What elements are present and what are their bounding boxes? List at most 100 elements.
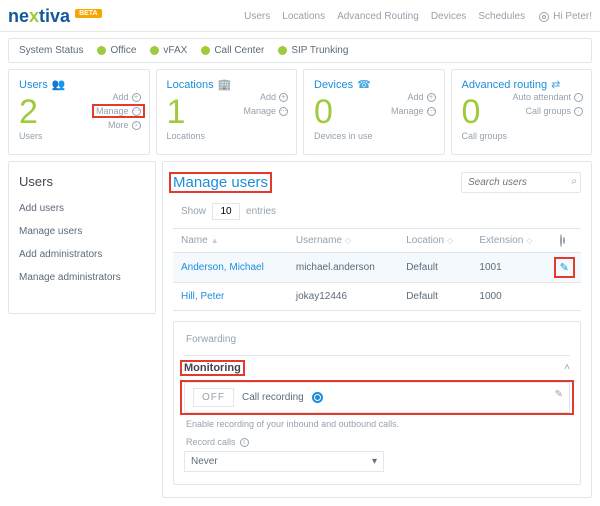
users-table: Name▲ Username◇ Location◇ Extension◇ And… xyxy=(173,228,581,311)
users-icon: 👥 xyxy=(52,78,66,91)
users-count: 2 xyxy=(19,95,38,129)
search-input[interactable] xyxy=(461,172,581,193)
card-devices-title: Devices xyxy=(314,79,353,91)
card-devices: Devices ☎ Add+ Manage⋯ 0 Devices in use xyxy=(303,69,445,155)
routing-count: 0 xyxy=(462,95,481,129)
edit-row-icon[interactable]: ✎ xyxy=(560,262,569,274)
plus-icon: + xyxy=(279,93,288,102)
col-settings xyxy=(552,229,581,253)
locations-count: 1 xyxy=(167,95,186,129)
nav-schedules[interactable]: Schedules xyxy=(478,11,525,22)
status-office[interactable]: Office xyxy=(97,45,136,56)
brand-logo: nextiva BETA xyxy=(8,6,102,27)
routing-icon: ⇄ xyxy=(551,78,560,91)
sort-icon: ◇ xyxy=(526,236,532,245)
sidebar-item-add-users[interactable]: Add users xyxy=(19,203,145,214)
feature-enabled-radio-icon[interactable] xyxy=(312,392,323,403)
system-status-bar: System Status Office vFAX Call Center SI… xyxy=(8,38,592,63)
card-users: Users 👥 Add+ Manage⋯ More› 2 Users xyxy=(8,69,150,155)
users-add-link[interactable]: Add+ xyxy=(112,92,140,102)
sort-asc-icon: ▲ xyxy=(211,236,219,245)
cell-location: Default xyxy=(398,283,471,311)
sidebar-item-manage-administrators[interactable]: Manage administrators xyxy=(19,272,145,283)
devices-add-link[interactable]: Add+ xyxy=(407,92,435,102)
status-dot-icon xyxy=(278,46,287,55)
status-vfax[interactable]: vFAX xyxy=(150,45,187,56)
collapse-icon[interactable]: ˄ xyxy=(564,362,570,373)
routing-auto-attendant-link[interactable]: Auto attendant· xyxy=(512,92,583,102)
manage-icon: ⋯ xyxy=(427,107,436,116)
call-recording-row: OFF Call recording ✎ xyxy=(184,382,570,413)
edit-feature-icon[interactable]: ✎ xyxy=(555,389,563,400)
search-icon[interactable]: ⌕ xyxy=(571,176,577,187)
plus-icon: + xyxy=(132,93,141,102)
devices-count: 0 xyxy=(314,95,333,129)
manage-icon: ⋯ xyxy=(279,107,288,116)
col-extension[interactable]: Extension◇ xyxy=(471,229,551,253)
beta-badge: BETA xyxy=(75,9,102,18)
locations-add-link[interactable]: Add+ xyxy=(260,92,288,102)
search-box: ⌕ xyxy=(461,172,581,193)
locations-icon: 🏢 xyxy=(218,78,232,91)
nav-users[interactable]: Users xyxy=(244,11,270,22)
locations-manage-link[interactable]: Manage⋯ xyxy=(243,106,288,116)
cell-name[interactable]: Anderson, Michael xyxy=(173,253,288,283)
users-more-link[interactable]: More› xyxy=(108,120,141,130)
entries-input[interactable] xyxy=(212,203,240,220)
card-routing-title: Advanced routing xyxy=(462,79,548,91)
table-row[interactable]: Anderson, Michael michael.anderson Defau… xyxy=(173,253,581,283)
card-advanced-routing: Advanced routing⇄ Auto attendant· Call g… xyxy=(451,69,593,155)
col-name[interactable]: Name▲ xyxy=(173,229,288,253)
forwarding-section-header[interactable]: Forwarding xyxy=(184,330,570,349)
devices-sublabel: Devices in use xyxy=(314,131,434,141)
user-greeting[interactable]: Hi Peter! xyxy=(539,11,592,22)
feature-description: Enable recording of your inbound and out… xyxy=(186,419,568,429)
status-dot-icon xyxy=(150,46,159,55)
users-sublabel: Users xyxy=(19,131,139,141)
cell-name[interactable]: Hill, Peter xyxy=(173,283,288,311)
table-row[interactable]: Hill, Peter jokay12446 Default 1000 xyxy=(173,283,581,311)
users-manage-link[interactable]: Manage⋯ xyxy=(96,106,141,116)
routing-sublabel: Call groups xyxy=(462,131,582,141)
card-users-title: Users xyxy=(19,79,48,91)
col-username[interactable]: Username◇ xyxy=(288,229,398,253)
sidebar-heading: Users xyxy=(19,174,145,189)
card-locations-title: Locations xyxy=(167,79,214,91)
more-icon: › xyxy=(132,121,141,130)
col-location[interactable]: Location◇ xyxy=(398,229,471,253)
nav-advanced-routing[interactable]: Advanced Routing xyxy=(337,11,419,22)
feature-panel: Forwarding Monitoring ˄ OFF Call recordi… xyxy=(173,321,581,485)
nav-locations[interactable]: Locations xyxy=(282,11,325,22)
devices-icon: ☎ xyxy=(357,78,371,91)
status-sip-trunking[interactable]: SIP Trunking xyxy=(278,45,348,56)
circle-icon: · xyxy=(574,107,583,116)
sidebar-item-add-administrators[interactable]: Add administrators xyxy=(19,249,145,260)
manage-icon: ⋯ xyxy=(132,107,141,116)
top-nav: Users Locations Advanced Routing Devices… xyxy=(244,11,525,22)
circle-icon: · xyxy=(574,93,583,102)
record-calls-select[interactable]: Never ▾ xyxy=(184,451,384,472)
gear-icon xyxy=(539,12,549,22)
content-panel: Manage users ⌕ Show entries Name▲ Userna… xyxy=(162,161,592,498)
record-calls-label: Record calls i xyxy=(186,437,568,447)
devices-manage-link[interactable]: Manage⋯ xyxy=(391,106,436,116)
routing-call-groups-link[interactable]: Call groups· xyxy=(525,106,583,116)
page-title: Manage users xyxy=(173,174,268,191)
cell-location: Default xyxy=(398,253,471,283)
feature-name: Call recording xyxy=(242,392,304,403)
info-icon[interactable]: i xyxy=(240,438,249,447)
sidebar-item-manage-users[interactable]: Manage users xyxy=(19,226,145,237)
chevron-down-icon: ▾ xyxy=(372,456,377,467)
nav-devices[interactable]: Devices xyxy=(431,11,467,22)
monitoring-section-header[interactable]: Monitoring xyxy=(184,362,241,374)
status-dot-icon xyxy=(97,46,106,55)
select-value: Never xyxy=(191,456,218,467)
show-label-pre: Show xyxy=(181,206,206,217)
system-status-label[interactable]: System Status xyxy=(19,45,83,56)
feature-toggle[interactable]: OFF xyxy=(193,388,234,407)
status-call-center[interactable]: Call Center xyxy=(201,45,264,56)
gear-icon xyxy=(560,234,562,247)
sidebar: Users Add users Manage users Add adminis… xyxy=(8,161,156,314)
locations-sublabel: Locations xyxy=(167,131,287,141)
cell-username: jokay12446 xyxy=(288,283,398,311)
